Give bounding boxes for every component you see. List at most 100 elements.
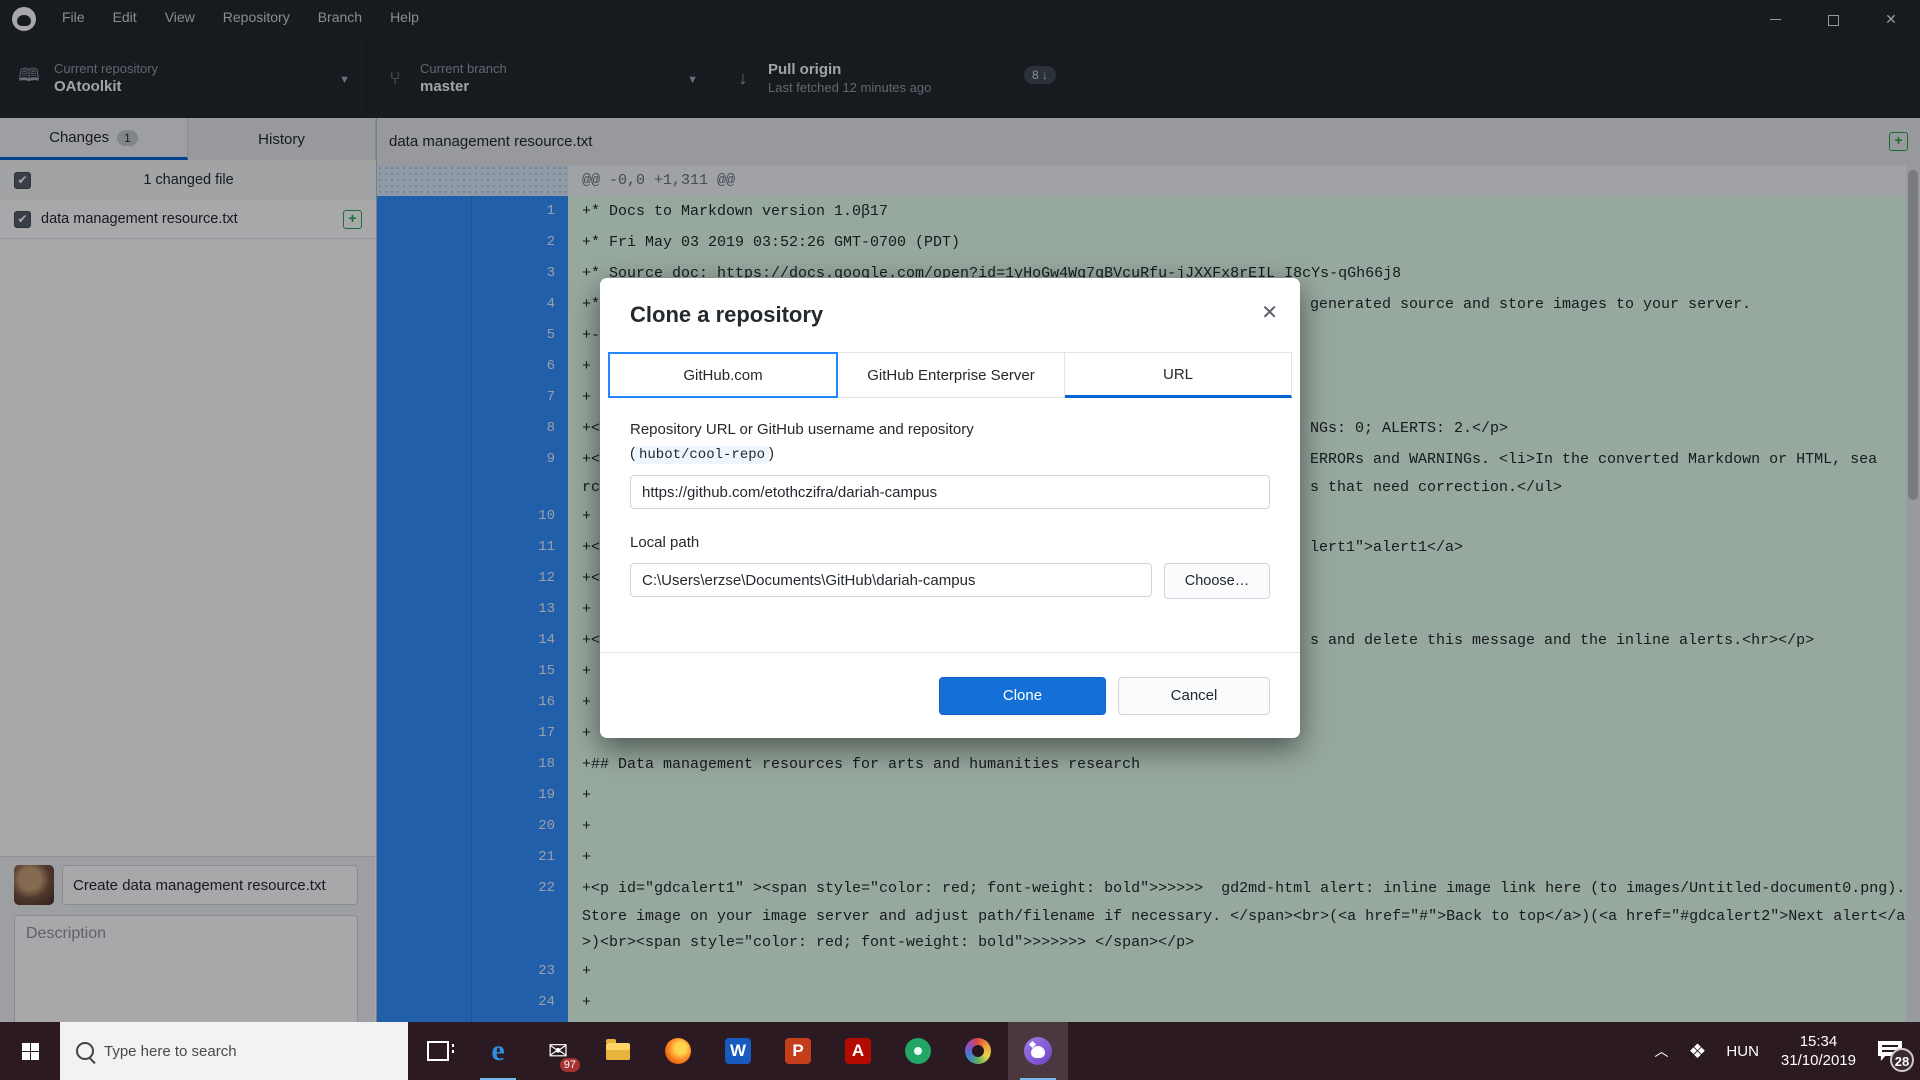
diff-line-row: 19+	[377, 780, 1920, 811]
diff-line-number: 4	[472, 289, 567, 320]
taskbar-app-file-explorer[interactable]	[588, 1022, 648, 1080]
tray-expand-chevron-icon[interactable]: ︿	[1644, 1022, 1678, 1080]
diff-gutter[interactable]	[377, 930, 568, 956]
select-all-checkbox[interactable]: ✔	[14, 172, 31, 189]
diff-gutter[interactable]	[377, 165, 568, 196]
diff-line-number: 16	[472, 687, 567, 718]
diff-gutter[interactable]	[377, 475, 568, 501]
restore-button[interactable]	[1804, 0, 1862, 38]
diff-gutter[interactable]: 16	[377, 687, 568, 718]
diff-gutter[interactable]: 14	[377, 625, 568, 656]
taskbar-app-github-desktop[interactable]	[1008, 1022, 1068, 1080]
changed-file-row[interactable]: ✔ data management resource.txt +	[0, 200, 376, 239]
language-indicator[interactable]: HUN	[1716, 1022, 1769, 1080]
close-button[interactable]: ✕	[1862, 0, 1920, 38]
diff-line-text-fragment: generated source and store images to you…	[1310, 289, 1751, 320]
clock-date: 31/10/2019	[1781, 1051, 1856, 1070]
action-center-button[interactable]: 28	[1868, 1022, 1920, 1080]
diff-gutter[interactable]: 3	[377, 258, 568, 289]
diff-line-row: >)<br><span style="color: red; font-weig…	[377, 930, 1920, 956]
diff-line-number: 23	[472, 956, 567, 987]
pull-origin-button[interactable]: ↓ Pull origin Last fetched 12 minutes ag…	[714, 38, 1075, 118]
dropbox-tray-icon[interactable]: ❖	[1678, 1022, 1716, 1080]
dialog-tab-github-enterprise-server[interactable]: GitHub Enterprise Server	[838, 352, 1065, 398]
clock-time: 15:34	[1800, 1032, 1838, 1051]
diff-line-number: 17	[472, 718, 567, 749]
menu-repository[interactable]: Repository	[209, 0, 304, 34]
current-repository-selector[interactable]: 🕮 Current repository OAtoolkit ▼	[0, 38, 367, 118]
taskbar-app-firefox[interactable]	[648, 1022, 708, 1080]
dialog-footer: Clone Cancel	[600, 652, 1300, 738]
taskbar-app-acrobat[interactable]: A	[828, 1022, 888, 1080]
cancel-button[interactable]: Cancel	[1118, 677, 1270, 715]
diff-gutter[interactable]: 20	[377, 811, 568, 842]
current-branch-selector[interactable]: ⑂ Current branch master ▼	[366, 38, 715, 118]
paint-icon	[965, 1038, 991, 1064]
diff-gutter[interactable]: 7	[377, 382, 568, 413]
changes-sidebar: Changes 1 History ✔ 1 changed file ✔ dat…	[0, 118, 377, 1022]
diff-line-row: 20+	[377, 811, 1920, 842]
clone-button[interactable]: Clone	[939, 677, 1106, 715]
diff-line-row: 21+	[377, 842, 1920, 873]
diff-gutter[interactable]: 23	[377, 956, 568, 987]
choose-button[interactable]: Choose…	[1164, 563, 1270, 599]
diff-gutter[interactable]: 22	[377, 873, 568, 904]
menu-file[interactable]: File	[48, 0, 99, 34]
firefox-icon	[665, 1038, 691, 1064]
repository-url-label: Repository URL or GitHub username and re…	[630, 418, 1270, 442]
diff-gutter[interactable]: 11	[377, 532, 568, 563]
menu-help[interactable]: Help	[376, 0, 433, 34]
dialog-tab-url[interactable]: URL	[1065, 352, 1292, 398]
diff-gutter[interactable]: 1	[377, 196, 568, 227]
diff-line-number	[472, 930, 567, 956]
taskbar-app-powerpoint[interactable]: P	[768, 1022, 828, 1080]
taskbar-app-edge[interactable]: e	[468, 1022, 528, 1080]
diff-gutter[interactable]: 9	[377, 444, 568, 475]
file-checkbox[interactable]: ✔	[14, 211, 31, 228]
taskbar-app-gitkraken[interactable]	[888, 1022, 948, 1080]
diff-gutter[interactable]: 10	[377, 501, 568, 532]
task-view-icon	[427, 1041, 449, 1061]
tab-changes[interactable]: Changes 1	[0, 118, 188, 160]
diff-gutter[interactable]: 21	[377, 842, 568, 873]
taskbar-app-paint[interactable]	[948, 1022, 1008, 1080]
minimize-button[interactable]	[1746, 0, 1804, 38]
tab-changes-label: Changes	[49, 129, 109, 146]
diff-line-text: +## Data management resources for arts a…	[568, 749, 1920, 780]
taskbar-app-task-view[interactable]	[408, 1022, 468, 1080]
diff-gutter[interactable]: 24	[377, 987, 568, 1018]
diff-gutter[interactable]: 19	[377, 780, 568, 811]
pull-origin-title: Pull origin	[768, 60, 931, 79]
taskbar-app-mail[interactable]: ✉97	[528, 1022, 588, 1080]
diff-gutter[interactable]	[377, 904, 568, 930]
diff-gutter[interactable]: 12	[377, 563, 568, 594]
diff-line-number: 19	[472, 780, 567, 811]
current-repository-value: OAtoolkit	[54, 77, 158, 96]
diff-gutter[interactable]: 13	[377, 594, 568, 625]
local-path-input[interactable]	[630, 563, 1152, 597]
menu-branch[interactable]: Branch	[304, 0, 376, 34]
dialog-tab-github-com[interactable]: GitHub.com	[608, 352, 838, 398]
taskbar-app-word[interactable]: W	[708, 1022, 768, 1080]
diff-gutter[interactable]: 5	[377, 320, 568, 351]
repository-url-input[interactable]	[630, 475, 1270, 509]
diff-gutter[interactable]: 18	[377, 749, 568, 780]
diff-line-number: 15	[472, 656, 567, 687]
commit-summary-input[interactable]	[62, 865, 358, 905]
system-tray: ︿ ❖ HUN 15:34 31/10/2019 28	[1644, 1022, 1920, 1080]
diff-gutter[interactable]: 17	[377, 718, 568, 749]
taskbar-clock[interactable]: 15:34 31/10/2019	[1769, 1022, 1868, 1080]
diff-gutter[interactable]: 15	[377, 656, 568, 687]
diff-scrollbar-thumb[interactable]	[1908, 170, 1918, 500]
diff-gutter[interactable]: 6	[377, 351, 568, 382]
tab-history[interactable]: History	[188, 118, 376, 160]
menu-edit[interactable]: Edit	[99, 0, 151, 34]
start-button[interactable]	[0, 1022, 60, 1080]
menu-view[interactable]: View	[151, 0, 209, 34]
diff-gutter[interactable]: 8	[377, 413, 568, 444]
taskbar-search[interactable]: Type here to search	[60, 1022, 408, 1080]
diff-gutter[interactable]: 4	[377, 289, 568, 320]
diff-gutter[interactable]: 2	[377, 227, 568, 258]
dialog-close-icon[interactable]: ✕	[1261, 300, 1278, 325]
changed-file-name: data management resource.txt	[41, 211, 238, 227]
